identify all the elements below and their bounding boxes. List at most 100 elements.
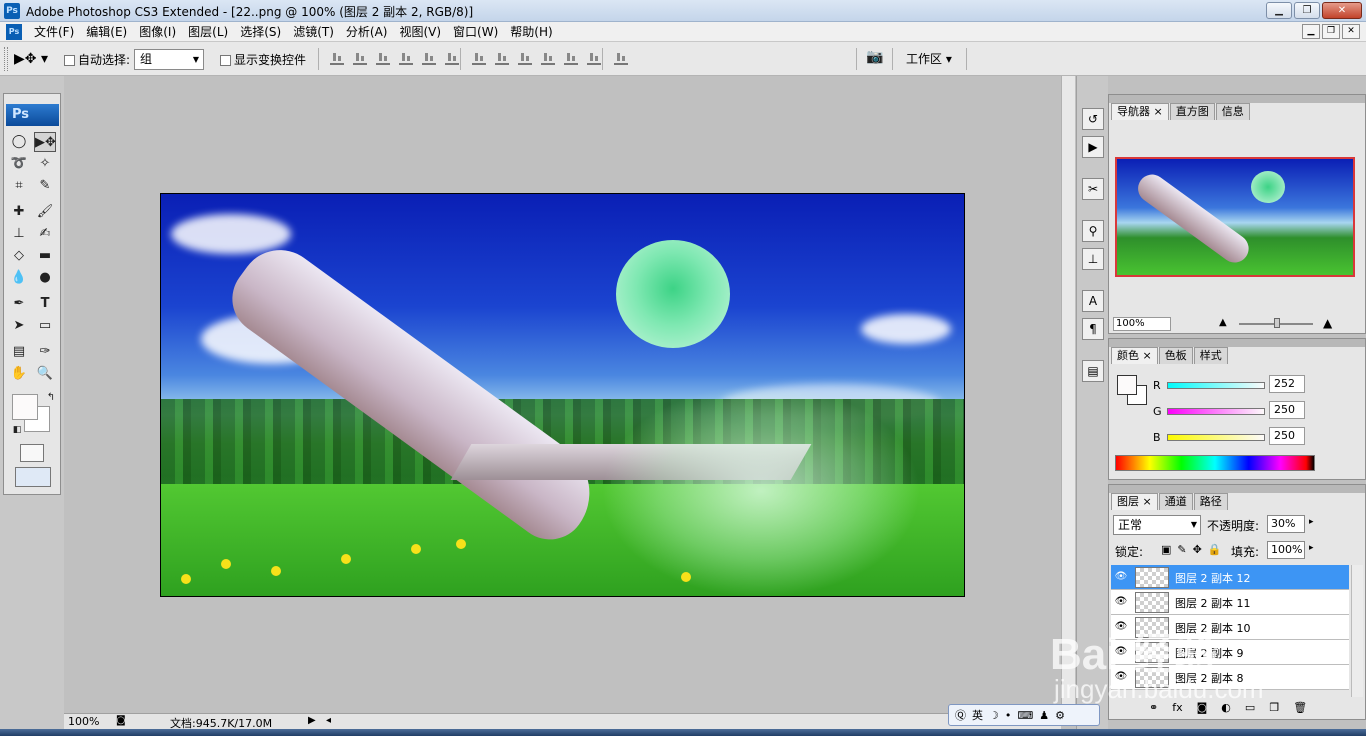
- distribute-left-icon[interactable]: [541, 51, 555, 65]
- swap-colors-icon[interactable]: ↰: [40, 388, 62, 408]
- auto-select-dropdown[interactable]: 组 ▼: [134, 49, 204, 70]
- layers-scrollbar[interactable]: [1351, 565, 1363, 697]
- zoom-tool-icon[interactable]: 🔍: [34, 364, 56, 384]
- eye-icon[interactable]: 👁: [1113, 646, 1129, 658]
- status-info-icon[interactable]: ◙: [116, 715, 126, 726]
- workspace-menu-button[interactable]: 工作区 ▾: [906, 50, 952, 67]
- align-top-icon[interactable]: [330, 51, 344, 65]
- layer-row[interactable]: 👁 图层 2 副本 9: [1111, 640, 1349, 665]
- doc-restore-button[interactable]: ❐: [1322, 24, 1340, 39]
- menu-item[interactable]: 选择(S): [234, 24, 287, 40]
- slice-tool-icon[interactable]: ✎: [34, 176, 56, 196]
- clone-stamp-icon[interactable]: ⊥: [8, 224, 30, 244]
- lock-pixels-icon[interactable]: ✎: [1177, 543, 1186, 556]
- foreground-color-swatch[interactable]: [12, 394, 38, 420]
- lasso-tool-icon[interactable]: ➰: [8, 154, 30, 174]
- dodge-tool-icon[interactable]: ●: [34, 268, 56, 288]
- color-panel-foreground-swatch[interactable]: [1117, 375, 1137, 395]
- doc-close-button[interactable]: ✕: [1342, 24, 1360, 39]
- distribute-vcenter-icon[interactable]: [495, 51, 509, 65]
- show-transform-option[interactable]: 显示变换控件: [220, 51, 306, 68]
- canvas-vertical-scrollbar[interactable]: [1061, 76, 1075, 713]
- document-icon[interactable]: Ps: [6, 24, 22, 40]
- document-image[interactable]: [160, 193, 965, 597]
- bridge-icon[interactable]: 📷: [866, 49, 883, 65]
- eraser-tool-icon[interactable]: ◇: [8, 246, 30, 266]
- layer-style-icon[interactable]: fx: [1172, 701, 1182, 714]
- panel-tab[interactable]: 图层 ×: [1111, 493, 1158, 510]
- layer-row[interactable]: 👁 图层 2 副本 12: [1111, 565, 1349, 590]
- menu-item[interactable]: 视图(V): [393, 24, 447, 40]
- panel-tab[interactable]: 信息: [1215, 103, 1250, 120]
- show-transform-checkbox[interactable]: [220, 55, 231, 66]
- menu-item[interactable]: 图像(I): [133, 24, 182, 40]
- color-spectrum-bar[interactable]: [1115, 455, 1315, 471]
- layer-row[interactable]: 👁 图层 2 副本 11: [1111, 590, 1349, 615]
- brushes-panel-icon[interactable]: ⚲: [1082, 220, 1104, 242]
- move-tool-icon[interactable]: ▶✥: [34, 132, 56, 152]
- panel-tab[interactable]: 路径: [1193, 493, 1228, 510]
- history-brush-icon[interactable]: ✍: [34, 224, 56, 244]
- brush-tool-icon[interactable]: 🖌: [34, 202, 56, 222]
- distribute-bottom-icon[interactable]: [518, 51, 532, 65]
- channel-slider[interactable]: [1167, 408, 1265, 415]
- lock-transparency-icon[interactable]: ▣: [1161, 543, 1171, 556]
- close-button[interactable]: ✕: [1322, 2, 1362, 19]
- opacity-arrow-icon[interactable]: ▸: [1309, 517, 1314, 527]
- ime-moon-icon[interactable]: ☽: [989, 709, 999, 722]
- lock-position-icon[interactable]: ✥: [1193, 543, 1202, 556]
- link-layers-icon[interactable]: ⚭: [1149, 701, 1158, 714]
- magic-wand-tool-icon[interactable]: ✧: [34, 154, 56, 174]
- align-vcenter-icon[interactable]: [353, 51, 367, 65]
- quick-mask-button[interactable]: [20, 444, 44, 462]
- menu-item[interactable]: 滤镜(T): [287, 24, 340, 40]
- delete-layer-icon[interactable]: 🗑: [1293, 701, 1307, 714]
- layer-comps-icon[interactable]: ▤: [1082, 360, 1104, 382]
- clone-source-icon[interactable]: ⊥: [1082, 248, 1104, 270]
- panel-drag-bar[interactable]: [1109, 485, 1365, 493]
- canvas-area[interactable]: [64, 76, 1061, 713]
- layer-row[interactable]: 👁 图层 2 副本 8: [1111, 665, 1349, 690]
- panel-drag-bar[interactable]: [1109, 339, 1365, 347]
- move-tool-preset-icon[interactable]: ▶✥ ▾: [14, 49, 52, 69]
- navigator-zoom-field[interactable]: 100%: [1113, 317, 1171, 331]
- pen-tool-icon[interactable]: ✒: [8, 294, 30, 314]
- marquee-tool-icon[interactable]: ◯: [8, 132, 30, 152]
- ime-dot-icon[interactable]: •: [1005, 709, 1012, 722]
- ime-language[interactable]: 英: [972, 707, 983, 723]
- paragraph-panel-icon[interactable]: ¶: [1082, 318, 1104, 340]
- new-group-icon[interactable]: ▭: [1245, 701, 1255, 714]
- history-panel-icon[interactable]: ↺: [1082, 108, 1104, 130]
- ime-logo-icon[interactable]: Ⓠ: [955, 707, 966, 723]
- new-layer-icon[interactable]: ❐: [1269, 701, 1279, 714]
- menu-item[interactable]: 窗口(W): [447, 24, 504, 40]
- navigator-preview[interactable]: [1115, 157, 1355, 277]
- panel-tab[interactable]: 直方图: [1169, 103, 1215, 120]
- menu-item[interactable]: 编辑(E): [80, 24, 133, 40]
- panel-tab[interactable]: 色板: [1158, 347, 1193, 364]
- add-mask-icon[interactable]: ◙: [1197, 701, 1208, 714]
- healing-brush-icon[interactable]: ✚: [8, 202, 30, 222]
- channel-value-field[interactable]: 250: [1269, 401, 1305, 419]
- rectangle-tool-icon[interactable]: ▭: [34, 316, 56, 336]
- eye-icon[interactable]: 👁: [1113, 671, 1129, 683]
- align-bottom-icon[interactable]: [376, 51, 390, 65]
- ime-settings-icon[interactable]: ⚙: [1055, 709, 1065, 722]
- screen-mode-button[interactable]: [15, 467, 51, 487]
- distribute-top-icon[interactable]: [472, 51, 486, 65]
- menu-item[interactable]: 文件(F): [28, 24, 80, 40]
- channel-value-field[interactable]: 250: [1269, 427, 1305, 445]
- notes-tool-icon[interactable]: ▤: [8, 342, 30, 362]
- opacity-field[interactable]: 30%: [1267, 515, 1305, 533]
- status-zoom[interactable]: 100%: [68, 715, 99, 728]
- auto-align-layers-icon[interactable]: [614, 51, 628, 65]
- align-right-icon[interactable]: [445, 51, 459, 65]
- hand-tool-icon[interactable]: ✋: [8, 364, 30, 384]
- minimize-button[interactable]: ▁: [1266, 2, 1292, 19]
- distribute-right-icon[interactable]: [587, 51, 601, 65]
- align-hcenter-icon[interactable]: [422, 51, 436, 65]
- tool-presets-icon[interactable]: ✂: [1082, 178, 1104, 200]
- channel-slider[interactable]: [1167, 434, 1265, 441]
- lock-all-icon[interactable]: 🔒: [1208, 543, 1222, 556]
- scroll-left-icon[interactable]: ◂: [326, 715, 331, 726]
